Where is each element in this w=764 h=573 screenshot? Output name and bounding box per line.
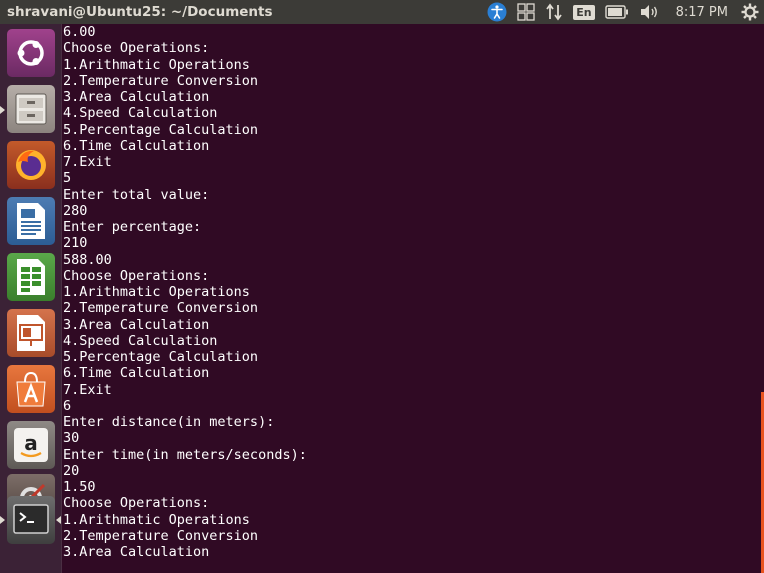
terminal-line: 2.Temperature Conversion [63, 300, 259, 317]
terminal-line: Choose Operations: [63, 267, 210, 284]
terminal-line: Enter total value: [63, 186, 210, 203]
terminal-line: 3.Area Calculation [63, 316, 210, 333]
system-tray: En 8:17 PM [482, 0, 764, 24]
terminal-line: 3.Area Calculation [63, 89, 210, 105]
terminal-line: 1.50 [63, 479, 96, 495]
terminal-line: 588.00 [63, 251, 112, 268]
terminal-line: 4.Speed Calculation [63, 105, 218, 122]
terminal-line: 5.Percentage Calculation [63, 121, 259, 138]
terminal-line: 1.Arithmatic Operations [63, 284, 250, 300]
gear-icon[interactable] [741, 0, 759, 24]
terminal-line: 20 [63, 462, 80, 479]
focused-indicator [56, 516, 61, 524]
running-indicator [0, 106, 5, 114]
launcher: a [0, 24, 62, 573]
file-cabinet-icon [15, 93, 47, 125]
workspace-switcher-icon[interactable] [517, 0, 535, 24]
terminal-line: 30 [63, 430, 80, 447]
terminal-line: 2.Temperature Conversion [63, 527, 259, 544]
amazon-button[interactable]: a [7, 421, 55, 469]
firefox-icon [16, 150, 46, 180]
terminal-line: 7.Exit [63, 154, 112, 170]
terminal-output[interactable]: 6.00 Choose Operations: 1.Arithmatic Opera… [63, 24, 764, 573]
terminal-line: Enter time(in meters/seconds): [63, 446, 307, 463]
terminal-line: 5.Percentage Calculation [63, 349, 259, 365]
firefox-button[interactable] [7, 141, 55, 189]
accessibility-icon[interactable] [487, 0, 507, 24]
shopping-bag-icon [16, 371, 46, 407]
amazon-icon: a [14, 428, 48, 462]
ubuntu-logo-icon [17, 40, 44, 66]
terminal-lines: 6.00 Choose Operations: 1.Arithmatic Opera… [63, 24, 764, 560]
terminal-line: Enter distance(in meters): [63, 414, 275, 430]
terminal-line: 1.Arithmatic Operations [63, 56, 250, 73]
files-button[interactable] [7, 85, 55, 133]
terminal-line: 1.Arithmatic Operations [63, 511, 250, 528]
terminal-line: 3.Area Calculation [63, 544, 210, 560]
terminal-line: 5 [63, 170, 72, 187]
keyboard-layout-label: En [573, 4, 595, 20]
terminal-line: 6.Time Calculation [63, 137, 210, 154]
terminal-line: 210 [63, 235, 88, 252]
terminal-icon [13, 504, 49, 534]
spreadsheet-icon [17, 259, 45, 295]
libreoffice-impress-button[interactable] [7, 309, 55, 357]
running-indicator [0, 516, 5, 524]
keyboard-layout-indicator[interactable]: En [573, 0, 595, 24]
terminal-line: Choose Operations: [63, 40, 210, 57]
window-title: shravani@Ubuntu25: ~/Documents [7, 4, 273, 20]
clock[interactable]: 8:17 PM [676, 0, 728, 24]
libreoffice-calc-button[interactable] [7, 253, 55, 301]
document-icon [17, 203, 45, 239]
terminal-line: 6.00 [63, 24, 96, 40]
presentation-icon [17, 315, 45, 351]
terminal-button[interactable] [7, 496, 55, 544]
ubuntu-software-button[interactable] [7, 365, 55, 413]
terminal-line: 7.Exit [63, 381, 112, 398]
top-panel: shravani@Ubuntu25: ~/Documents En 8:17 P… [0, 0, 764, 24]
terminal-line: 6 [63, 397, 72, 414]
svg-text:a: a [24, 431, 38, 455]
terminal-line: 2.Temperature Conversion [63, 72, 259, 89]
libreoffice-writer-button[interactable] [7, 197, 55, 245]
terminal-line: Enter percentage: [63, 219, 202, 235]
terminal-line: Choose Operations: [63, 495, 210, 512]
ubuntu-dash-button[interactable] [7, 29, 55, 77]
terminal-line: 4.Speed Calculation [63, 332, 218, 349]
terminal-line: 280 [63, 202, 88, 219]
terminal-line: 6.Time Calculation [63, 365, 210, 382]
volume-icon[interactable] [639, 0, 659, 24]
battery-icon[interactable] [604, 0, 629, 24]
network-icon[interactable] [545, 0, 563, 24]
